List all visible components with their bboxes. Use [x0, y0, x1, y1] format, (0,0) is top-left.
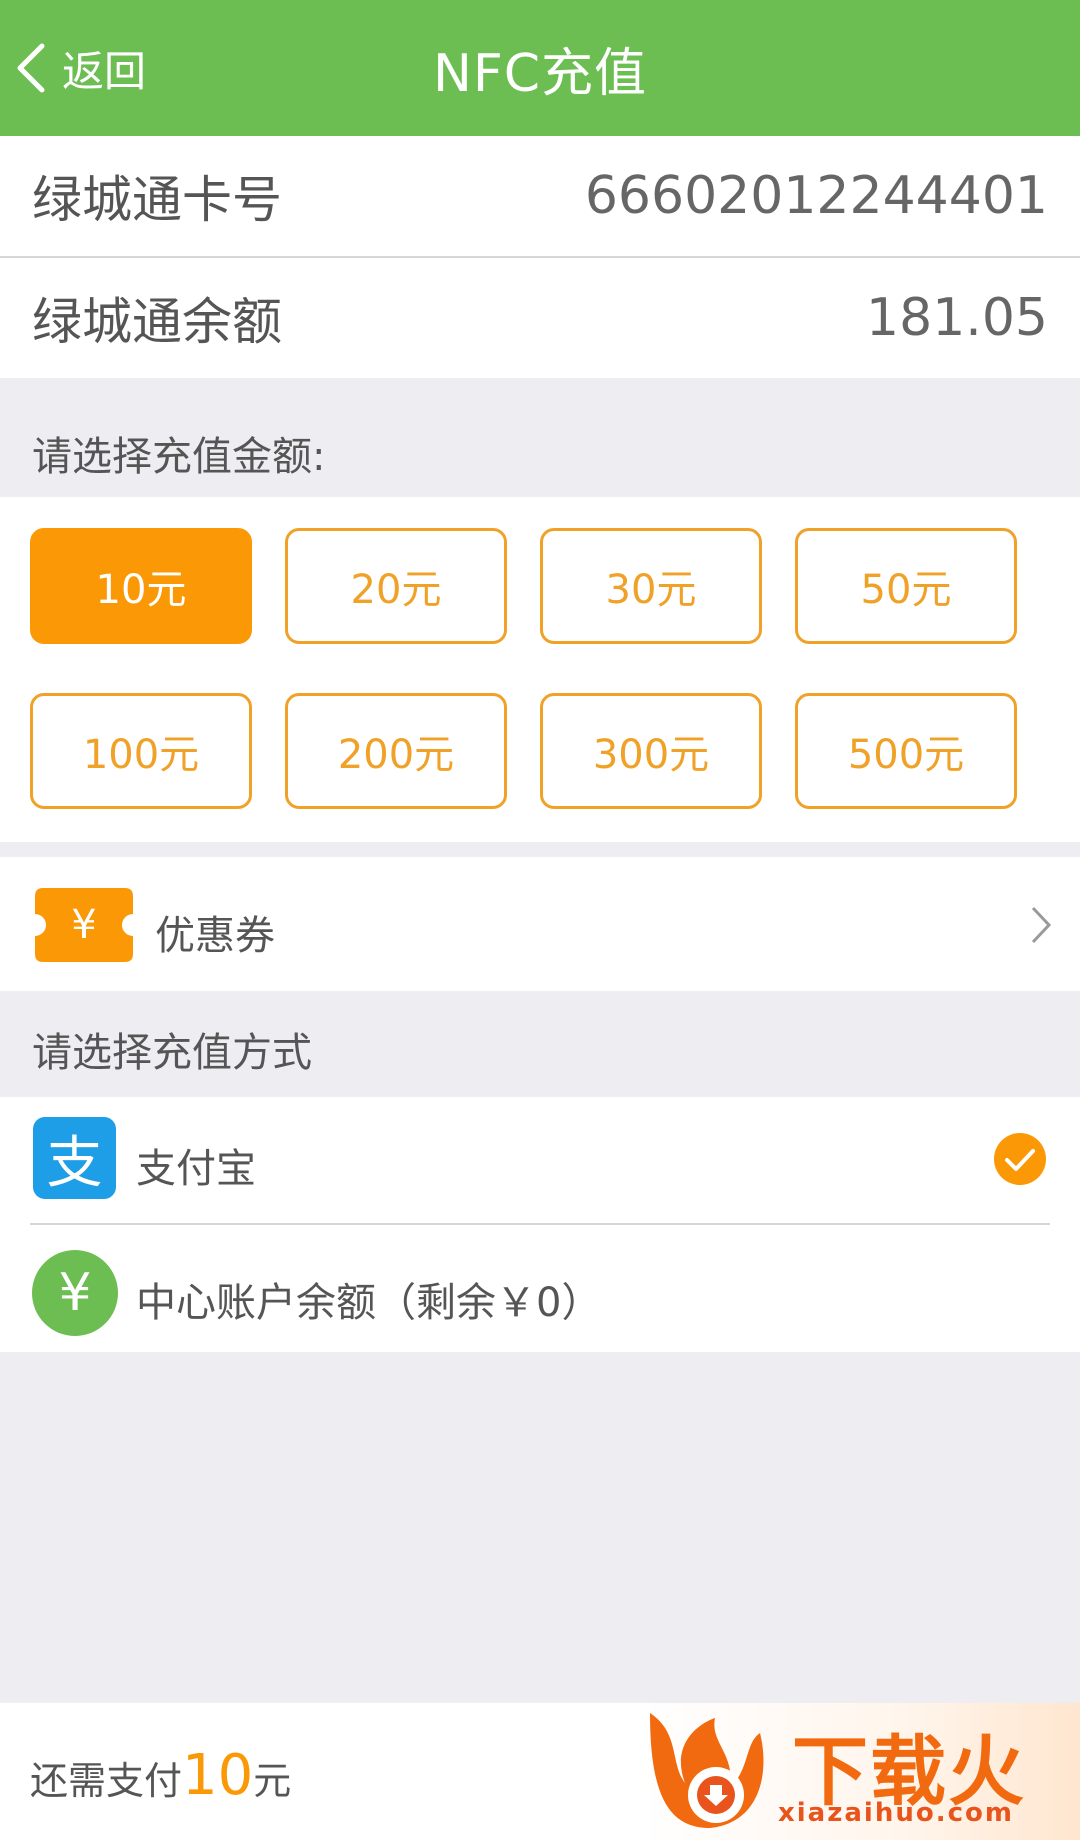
amount-option-button[interactable]: 500元: [795, 693, 1017, 809]
page-title: NFC充值: [432, 43, 648, 104]
card-number-label: 绿城通卡号: [32, 171, 282, 229]
card-number-value: 66602012244401: [584, 166, 1048, 226]
amount-option-button[interactable]: 10元: [30, 528, 252, 644]
coupon-icon-symbol: ¥: [71, 902, 96, 948]
alipay-icon: 支: [33, 1117, 116, 1199]
amount-option-button[interactable]: 300元: [540, 693, 762, 809]
card-balance-value: 181.05: [866, 288, 1048, 348]
card-balance-label: 绿城通余额: [32, 293, 282, 351]
pay-amount: 10: [182, 1743, 254, 1808]
payment-method-label: 中心账户余额（剩余￥0）: [136, 1280, 602, 1326]
card-number-row: 绿城通卡号 66602012244401: [0, 136, 1080, 256]
payment-method-label: 支付宝: [136, 1146, 256, 1192]
amount-option-button[interactable]: 200元: [285, 693, 507, 809]
alipay-icon-symbol: 支: [46, 1130, 103, 1196]
amount-option-button[interactable]: 20元: [285, 528, 507, 644]
amount-option-button[interactable]: 50元: [795, 528, 1017, 644]
pay-unit: 元: [253, 1759, 292, 1803]
yuan-circle-icon: ¥: [32, 1250, 118, 1336]
amount-option-button[interactable]: 100元: [30, 693, 252, 809]
pay-prefix: 还需支付: [30, 1759, 183, 1803]
amount-option-button[interactable]: 30元: [540, 528, 762, 644]
checkmark-icon: [994, 1133, 1046, 1185]
payment-section-label: 请选择充值方式: [32, 1030, 312, 1076]
app-header: 返回 NFC充值: [0, 0, 1080, 136]
chevron-right-icon: [1031, 906, 1052, 944]
coupon-label: 优惠券: [155, 913, 275, 959]
pay-summary: 还需支付10元: [30, 1743, 291, 1808]
watermark-logo-icon: [650, 1713, 764, 1828]
yuan-icon-symbol: ¥: [58, 1263, 92, 1323]
watermark-url: xiazaihuo.com: [778, 1798, 1014, 1828]
coupon-icon: ¥: [35, 888, 133, 962]
card-balance-row: 绿城通余额 181.05: [0, 258, 1080, 378]
amount-section-label: 请选择充值金额:: [32, 434, 326, 480]
